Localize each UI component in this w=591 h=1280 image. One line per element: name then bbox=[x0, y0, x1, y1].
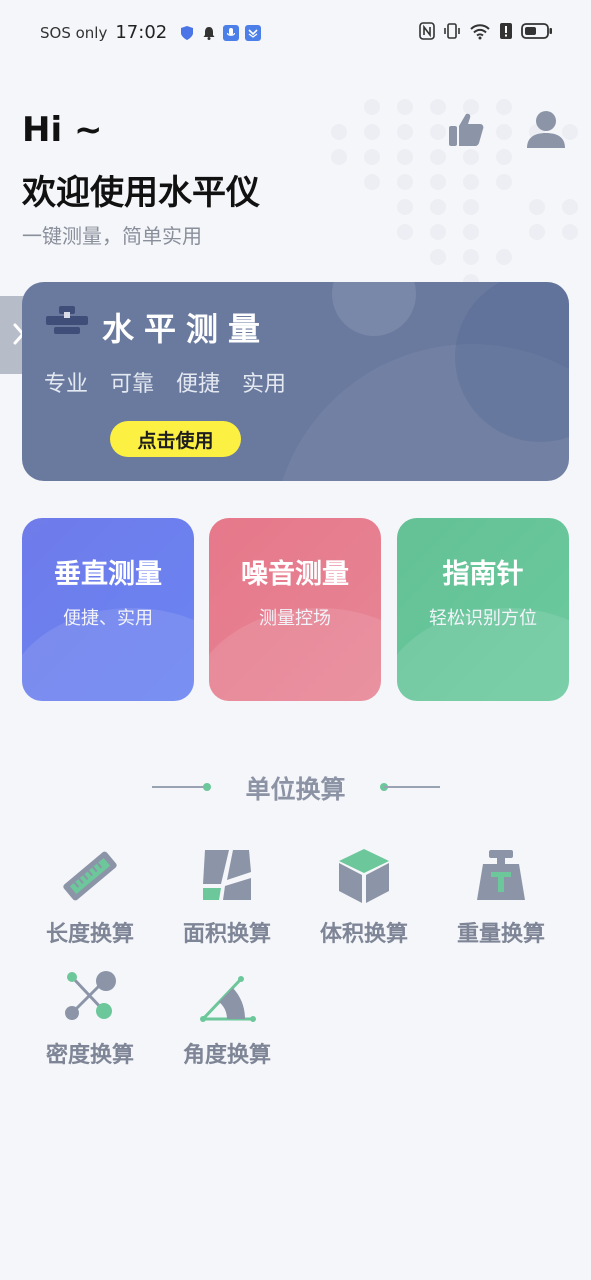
battery-icon bbox=[521, 23, 552, 39]
card-subtitle: 测量控场 bbox=[259, 608, 331, 629]
area-conversion-button[interactable]: 面积换算 bbox=[167, 846, 287, 956]
card-subtitle: 便捷、实用 bbox=[63, 608, 153, 629]
banner-title: 水平测量 bbox=[102, 310, 271, 348]
shield-icon bbox=[181, 25, 194, 40]
density-icon bbox=[65, 971, 116, 1020]
feature-tag: 便捷 bbox=[176, 372, 221, 397]
level-tool-icon bbox=[46, 306, 88, 334]
density-conversion-button[interactable]: 密度换算 bbox=[30, 967, 150, 1077]
card-subtitle: 轻松识别方位 bbox=[429, 608, 537, 629]
card-title: 指南针 bbox=[442, 559, 524, 590]
tool-label: 体积换算 bbox=[319, 922, 408, 947]
tagline-text: 一键测量，简单实用 bbox=[22, 224, 202, 248]
tool-label: 长度换算 bbox=[45, 922, 134, 947]
tool-label: 密度换算 bbox=[45, 1043, 134, 1068]
vibrate-icon bbox=[444, 23, 460, 39]
nfc-icon bbox=[419, 22, 435, 40]
level-measure-banner[interactable]: 水平测量 专业 可靠 便捷 实用 点击使用 bbox=[22, 282, 569, 481]
noise-measure-card[interactable]: 噪音测量 测量控场 bbox=[209, 518, 381, 701]
card-title: 垂直测量 bbox=[54, 559, 162, 590]
vertical-measure-card[interactable]: 垂直测量 便捷、实用 bbox=[22, 518, 194, 701]
welcome-title: 欢迎使用水平仪 bbox=[22, 173, 260, 213]
user-profile-icon[interactable] bbox=[524, 108, 568, 152]
ruler-icon bbox=[63, 851, 117, 901]
angle-icon bbox=[200, 976, 256, 1022]
mic-app-icon bbox=[223, 24, 240, 41]
section-title: 单位换算 bbox=[245, 775, 346, 804]
length-conversion-button[interactable]: 长度换算 bbox=[30, 846, 150, 956]
weight-conversion-button[interactable]: 重量换算 bbox=[441, 846, 561, 956]
status-left: SOS only 17:02 bbox=[40, 22, 262, 43]
angle-conversion-button[interactable]: 角度换算 bbox=[167, 967, 287, 1077]
feature-tag: 专业 bbox=[44, 372, 89, 397]
banner-features: 专业 可靠 便捷 实用 bbox=[44, 366, 286, 398]
carrier-text: SOS only bbox=[40, 23, 108, 42]
volume-conversion-button[interactable]: 体积换算 bbox=[304, 846, 424, 956]
use-now-button[interactable]: 点击使用 bbox=[110, 421, 241, 457]
banner-decor bbox=[332, 282, 416, 336]
greeting-text: Hi ~ bbox=[22, 110, 103, 150]
compass-card[interactable]: 指南针 轻松识别方位 bbox=[397, 518, 569, 701]
tool-label: 面积换算 bbox=[182, 922, 271, 947]
feature-tag: 实用 bbox=[242, 372, 287, 397]
weight-icon bbox=[477, 850, 525, 900]
tool-label: 角度换算 bbox=[182, 1043, 271, 1068]
divider-dot bbox=[203, 783, 211, 791]
area-icon bbox=[203, 850, 251, 900]
thumbs-up-icon[interactable] bbox=[446, 110, 486, 150]
cube-icon bbox=[339, 849, 389, 903]
tool-label: 重量换算 bbox=[456, 922, 545, 947]
unit-conversion-header: 单位换算 bbox=[0, 770, 591, 806]
card-title: 噪音测量 bbox=[241, 559, 349, 590]
bell-icon bbox=[203, 26, 215, 40]
app-notify-icon bbox=[245, 24, 262, 41]
status-right bbox=[419, 22, 553, 40]
status-bar: SOS only 17:02 bbox=[0, 0, 591, 66]
clock: 17:02 bbox=[115, 22, 168, 43]
wifi-icon bbox=[470, 24, 490, 40]
feature-tag: 可靠 bbox=[110, 372, 155, 397]
divider bbox=[384, 786, 440, 788]
divider bbox=[152, 786, 208, 788]
alert-icon bbox=[500, 23, 512, 39]
